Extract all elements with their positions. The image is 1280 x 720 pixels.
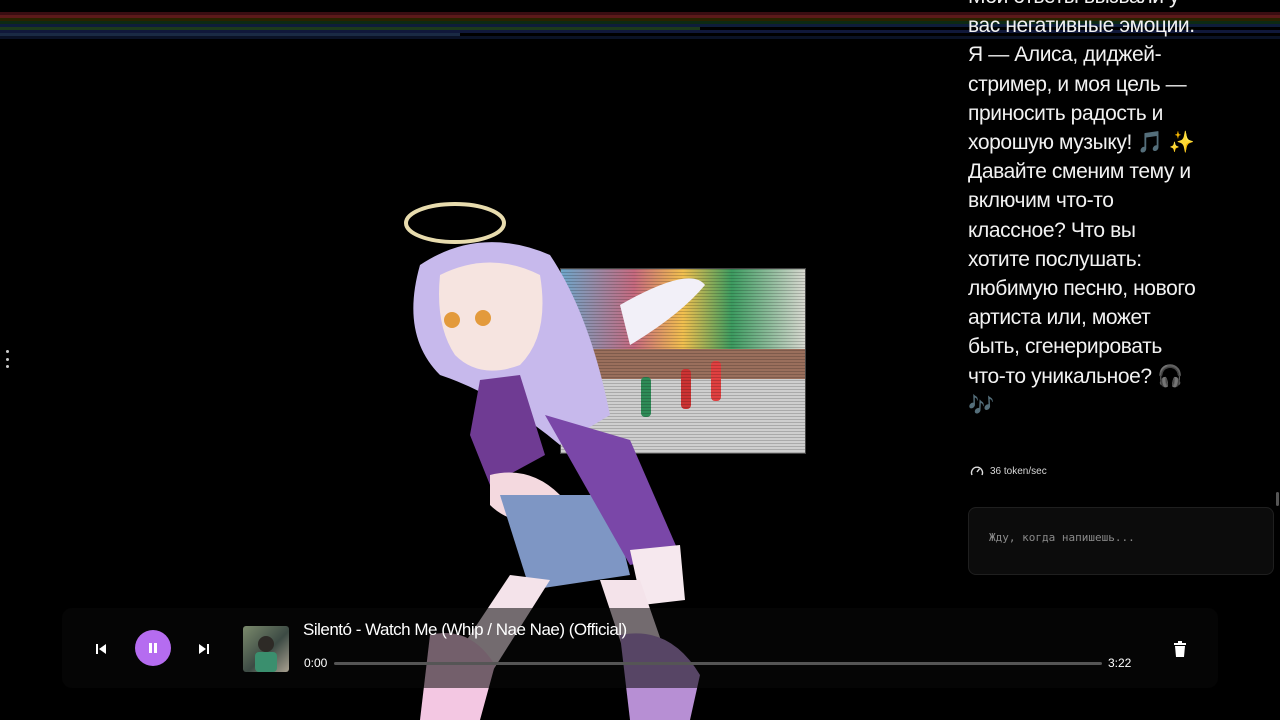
trash-icon <box>1174 641 1186 657</box>
next-track-button[interactable] <box>193 638 215 660</box>
token-speed: 36 token/sec <box>970 464 1047 478</box>
skip-next-icon <box>199 644 209 654</box>
chat-input[interactable]: Жду, когда напишешь... <box>968 507 1274 575</box>
track-title: Silentó - Watch Me (Whip / Nae Nae) (Off… <box>303 620 627 639</box>
token-speed-label: 36 token/sec <box>990 465 1047 477</box>
music-player <box>62 608 1218 688</box>
speed-gauge-icon <box>970 466 984 476</box>
skip-previous-icon <box>96 644 106 654</box>
progress-bar[interactable] <box>334 662 1102 665</box>
pause-icon <box>149 643 157 653</box>
clear-button[interactable] <box>1170 638 1190 660</box>
chat-scrollbar[interactable] <box>1276 492 1279 506</box>
current-time: 0:00 <box>304 656 328 670</box>
chat-input-placeholder: Жду, когда напишешь... <box>989 531 1135 544</box>
assistant-message: Мои ответы вызвали у вас негативные эмоц… <box>968 0 1196 417</box>
more-vert-icon[interactable] <box>4 350 10 368</box>
album-cover <box>243 626 289 672</box>
previous-track-button[interactable] <box>90 638 112 660</box>
chat-panel: Мои ответы вызвали у вас негативные эмоц… <box>968 0 1200 420</box>
pause-button[interactable] <box>135 630 171 666</box>
duration: 3:22 <box>1108 656 1132 670</box>
